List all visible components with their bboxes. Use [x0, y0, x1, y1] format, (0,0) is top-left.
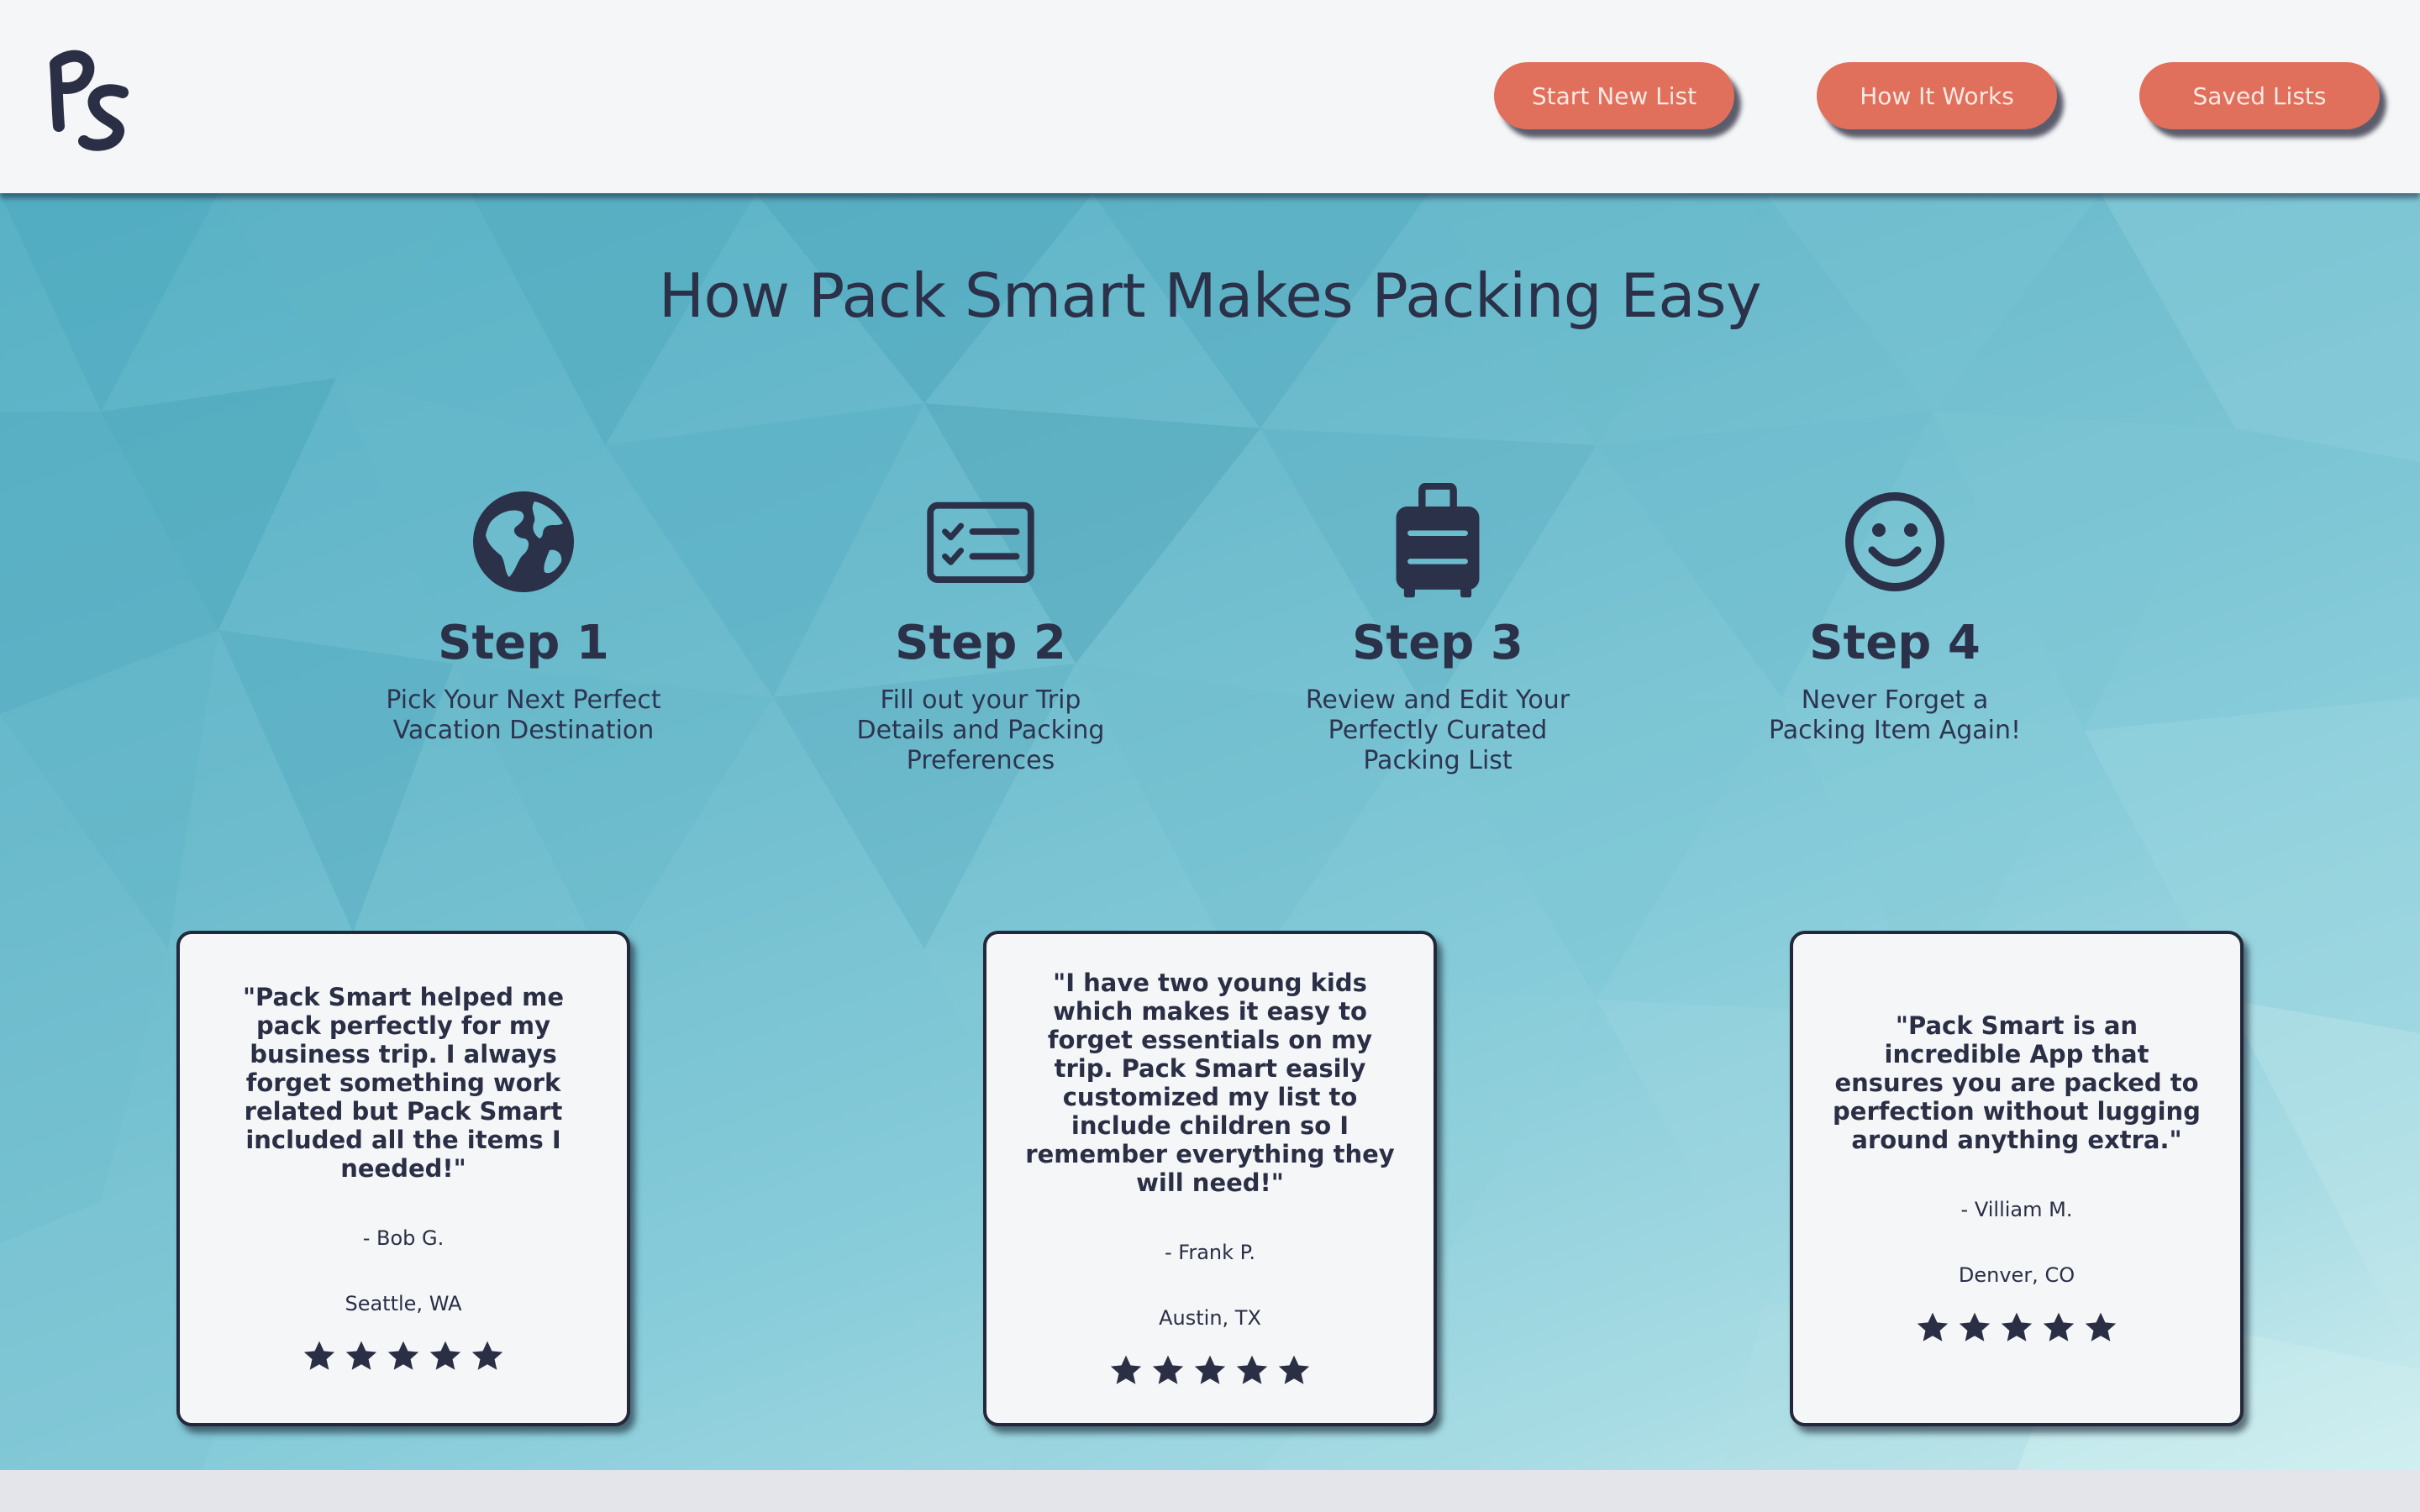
star-icon	[2085, 1312, 2117, 1341]
testimonial-quote: "Pack Smart is an incredible App that en…	[1833, 1011, 2201, 1154]
step-description: Pick Your Next Perfect Vacation Destinat…	[386, 685, 661, 745]
step-3: Step 3 Review and Edit Your Perfectly Cu…	[1253, 483, 1623, 776]
star-icon	[1959, 1312, 1991, 1341]
section-title: How Pack Smart Makes Packing Easy	[658, 260, 1762, 331]
step-description: Fill out your Trip Details and Packing P…	[856, 685, 1105, 775]
star-icon	[387, 1341, 419, 1370]
star-icon	[429, 1341, 461, 1370]
testimonial-card: "Pack Smart is an incredible App that en…	[1790, 931, 2244, 1426]
smiley-icon	[1845, 492, 1944, 591]
start-new-list-button[interactable]: Start New List	[1494, 62, 1734, 129]
star-icon	[345, 1341, 377, 1370]
star-icon	[471, 1341, 503, 1370]
star-icon	[1152, 1355, 1184, 1384]
star-icon	[1110, 1355, 1142, 1384]
checklist-icon	[927, 501, 1034, 583]
testimonial-location: Seattle, WA	[345, 1292, 462, 1315]
testimonial-card: "Pack Smart helped me pack perfectly for…	[176, 931, 630, 1426]
testimonial-author: - Villiam M.	[1960, 1198, 2073, 1221]
testimonial-card: "I have two young kids which makes it ea…	[983, 931, 1437, 1426]
how-it-works-section: How Pack Smart Makes Packing Easy Step 1…	[0, 193, 2420, 1470]
step-title: Step 1	[438, 616, 609, 670]
page-footer-strip	[0, 1470, 2420, 1512]
testimonial-location: Denver, CO	[1958, 1263, 2075, 1287]
how-it-works-button[interactable]: How It Works	[1817, 62, 2057, 129]
saved-lists-button[interactable]: Saved Lists	[2139, 62, 2380, 129]
step-description: Review and Edit Your Perfectly Curated P…	[1305, 685, 1570, 775]
star-icon	[1917, 1312, 1949, 1341]
suitcase-icon	[1396, 483, 1480, 598]
testimonial-quote: "I have two young kids which makes it ea…	[1025, 969, 1395, 1197]
testimonial-author: - Bob G.	[362, 1226, 445, 1250]
step-4: Step 4 Never Forget a Packing Item Again…	[1710, 483, 2080, 746]
pack-smart-logo[interactable]	[45, 39, 138, 156]
star-icon	[2043, 1312, 2075, 1341]
star-icon	[1278, 1355, 1310, 1384]
step-title: Step 2	[895, 616, 1066, 670]
testimonial-location: Austin, TX	[1159, 1306, 1261, 1330]
step-2: Step 2 Fill out your Trip Details and Pa…	[796, 483, 1165, 776]
testimonial-quote: "Pack Smart helped me pack perfectly for…	[242, 983, 565, 1183]
star-rating	[302, 1339, 505, 1374]
star-rating	[1915, 1310, 2118, 1346]
star-icon	[1236, 1355, 1268, 1384]
star-icon	[303, 1341, 335, 1370]
step-title: Step 3	[1352, 616, 1523, 670]
globe-icon	[473, 491, 574, 592]
step-description: Never Forget a Packing Item Again!	[1768, 685, 2022, 745]
star-rating	[1108, 1353, 1312, 1389]
testimonial-author: - Frank P.	[1164, 1241, 1256, 1264]
star-icon	[2001, 1312, 2033, 1341]
step-1: Step 1 Pick Your Next Perfect Vacation D…	[339, 483, 708, 746]
step-title: Step 4	[1809, 616, 1981, 670]
site-header: Start New List How It Works Saved Lists	[0, 0, 2420, 193]
star-icon	[1194, 1355, 1226, 1384]
